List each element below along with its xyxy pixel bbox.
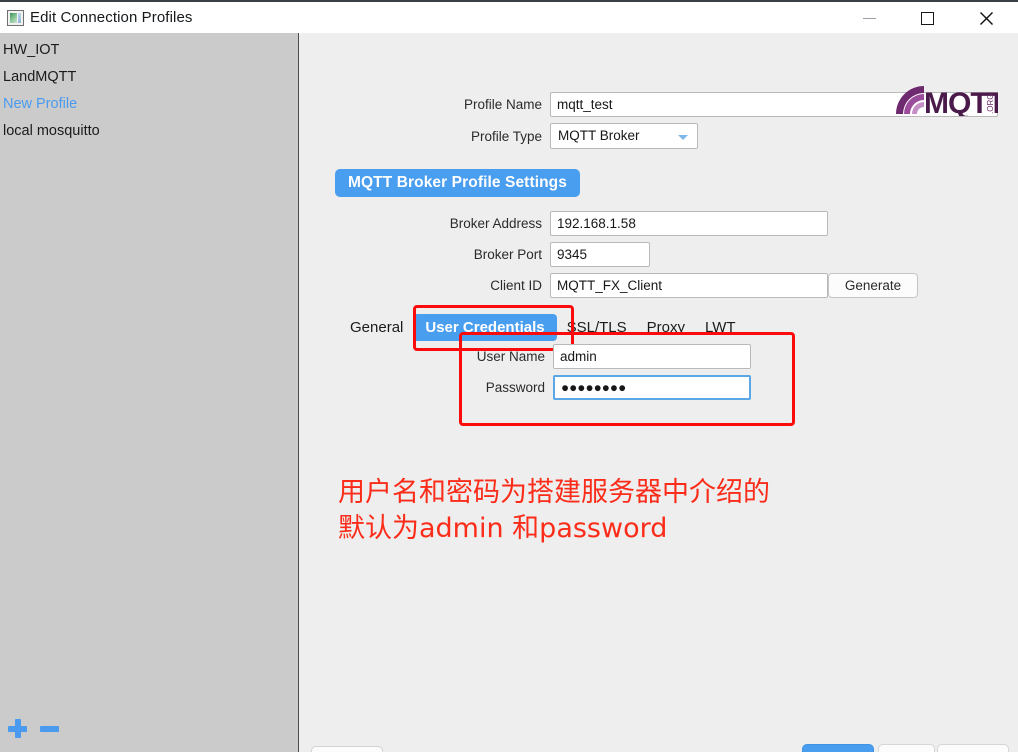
broker-address-label: Broker Address (449, 216, 542, 231)
annotation-text: 用户名和密码为搭建服务器中介绍的 默认为admin 和password (338, 475, 770, 547)
tab-lwt[interactable]: LWT (695, 315, 746, 340)
add-profile-button[interactable] (8, 719, 27, 738)
sidebar-item-hw-iot[interactable]: HW_IOT (3, 42, 59, 58)
window-titlebar: Edit Connection Profiles (0, 0, 1018, 35)
minimize-button[interactable] (846, 2, 892, 35)
password-input[interactable] (553, 375, 751, 400)
broker-address-input[interactable] (550, 211, 828, 236)
cancel-button[interactable]: Cancel (802, 744, 874, 752)
tab-user-credentials[interactable]: User Credentials (413, 314, 557, 341)
broker-port-input[interactable] (550, 242, 650, 267)
profile-type-row: Profile Type MQTT Broker (458, 123, 698, 149)
tab-proxy[interactable]: Proxy (637, 315, 695, 340)
user-name-label: User Name (476, 349, 545, 364)
broker-settings-banner: MQTT Broker Profile Settings (335, 169, 580, 197)
apply-button[interactable]: Apply (937, 744, 1009, 752)
profile-type-label: Profile Type (470, 128, 542, 144)
client-id-row: Client ID (440, 273, 828, 298)
maximize-button[interactable] (904, 2, 950, 35)
profile-type-dropdown[interactable]: MQTT Broker (550, 123, 698, 149)
revert-button[interactable]: Revert (311, 746, 383, 752)
password-row: Password (473, 375, 751, 400)
chevron-down-icon (678, 135, 688, 140)
broker-address-row: Broker Address (440, 211, 828, 236)
tab-general[interactable]: General (340, 315, 413, 340)
profile-name-label: Profile Name (463, 97, 542, 112)
sidebar-item-landmqtt[interactable]: LandMQTT (3, 69, 76, 85)
user-name-input[interactable] (553, 344, 751, 369)
edit-connection-profiles-window: Edit Connection Profiles HW_IOT LandMQTT… (0, 0, 1018, 752)
password-label: Password (485, 380, 545, 395)
svg-text:.ORG: .ORG (986, 94, 995, 114)
user-name-row: User Name (473, 344, 751, 369)
profile-list-sidebar[interactable]: HW_IOT LandMQTT New Profile local mosqui… (0, 33, 299, 752)
tab-ssl-tls[interactable]: SSL/TLS (557, 315, 637, 340)
maximize-icon (920, 12, 934, 25)
remove-profile-button[interactable] (40, 719, 59, 738)
sidebar-item-local-mosquitto[interactable]: local mosquitto (3, 123, 100, 139)
profile-editor-panel: Profile Name Profile Type MQTT Broker MQ… (300, 33, 1018, 752)
broker-port-row: Broker Port (440, 242, 650, 267)
minimize-icon (862, 18, 876, 19)
ok-button[interactable]: OK (878, 744, 935, 752)
app-image-icon (7, 10, 24, 26)
broker-port-label: Broker Port (473, 247, 542, 262)
sidebar-item-new-profile[interactable]: New Profile (3, 96, 77, 112)
close-button[interactable] (963, 2, 1009, 35)
close-icon (979, 12, 993, 25)
annotation-line-2: 默认为admin 和password (338, 513, 668, 544)
client-id-input[interactable] (550, 273, 828, 298)
settings-tabs: General User Credentials SSL/TLS Proxy L… (340, 314, 746, 341)
mqtt-org-logo: MQTT .ORG (894, 84, 998, 116)
client-id-label: Client ID (490, 278, 542, 293)
generate-client-id-button[interactable]: Generate (828, 273, 918, 298)
window-title: Edit Connection Profiles (30, 9, 193, 26)
profile-type-value: MQTT Broker (558, 128, 640, 143)
annotation-line-1: 用户名和密码为搭建服务器中介绍的 (338, 477, 770, 508)
